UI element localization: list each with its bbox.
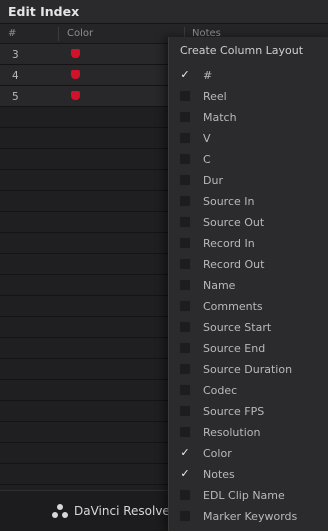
checkbox[interactable] [179,216,191,228]
checkbox[interactable] [179,111,191,123]
row-number: 4 [12,70,19,82]
checkmark-icon[interactable]: ✓ [179,468,191,480]
menu-item-column-option[interactable]: Codec [169,380,328,401]
menu-item-label: Source Start [203,321,272,334]
checkbox[interactable] [179,342,191,354]
menu-item-label: Source End [203,342,266,355]
menu-item-label: # [203,69,213,82]
checkbox[interactable] [179,90,191,102]
column-header-number[interactable]: # [8,28,16,39]
menu-item-label: Reel [203,90,227,103]
menu-item-label: Color [203,447,232,460]
checkbox[interactable] [179,426,191,438]
menu-item-column-option[interactable]: Source End [169,338,328,359]
column-header-color[interactable]: Color [67,28,93,39]
menu-item-label: V [203,132,211,145]
checkmark-icon[interactable]: ✓ [179,69,191,81]
menu-item-column-option[interactable]: Match [169,107,328,128]
menu-item-label: Dur [203,174,223,187]
checkbox[interactable] [179,258,191,270]
menu-item-column-option[interactable]: Marker Keywords [169,506,328,527]
checkbox[interactable] [179,300,191,312]
menu-item-label: Source Duration [203,363,293,376]
checkbox[interactable] [179,405,191,417]
edit-index-header: Edit Index [0,0,328,24]
menu-item-label: Source In [203,195,255,208]
menu-item-label: Comments [203,300,263,313]
checkbox[interactable] [179,195,191,207]
menu-item-column-option[interactable]: Record In [169,233,328,254]
menu-item-column-option[interactable]: Source Duration [169,359,328,380]
column-divider[interactable] [58,27,59,41]
davinci-resolve-logo-icon [52,504,68,518]
menu-item-column-option[interactable]: ✓ Notes [169,464,328,485]
menu-item-label: Record In [203,237,255,250]
menu-item-column-option[interactable]: Source Start [169,317,328,338]
checkbox[interactable] [179,153,191,165]
checkbox[interactable] [179,321,191,333]
menu-item-column-option[interactable]: Resolution [169,422,328,443]
checkbox[interactable] [179,363,191,375]
menu-item-column-option[interactable]: Name [169,275,328,296]
panel-title: Edit Index [8,4,80,19]
checkbox[interactable] [179,489,191,501]
menu-item-label: Record Out [203,258,265,271]
menu-item-label: Resolution [203,426,261,439]
menu-item-label: EDL Clip Name [203,489,285,502]
checkbox[interactable] [179,237,191,249]
checkbox[interactable] [179,132,191,144]
app-brand: DaVinci Resolve [52,504,170,518]
menu-item-column-option[interactable]: Record Out [169,254,328,275]
menu-item-label: Match [203,111,237,124]
menu-title: Create Column Layout [180,44,304,57]
menu-item-column-option[interactable]: EDL Clip Name [169,485,328,506]
menu-item-column-option[interactable]: Source In [169,191,328,212]
menu-item-column-option[interactable]: Reel [169,86,328,107]
menu-item-column-option[interactable]: Comments [169,296,328,317]
menu-item-column-option[interactable]: V [169,128,328,149]
menu-item-column-option[interactable]: ✓ # [169,65,328,86]
color-flag-icon [71,70,80,79]
menu-item-label: Codec [203,384,238,397]
checkbox[interactable] [179,510,191,522]
menu-item-column-option[interactable]: Dur [169,170,328,191]
menu-item-label: C [203,153,211,166]
menu-item-column-option[interactable]: Source Out [169,212,328,233]
color-flag-icon [71,49,80,58]
menu-item-column-option[interactable]: C [169,149,328,170]
row-number: 5 [12,91,19,103]
color-flag-icon [71,91,80,100]
checkbox[interactable] [179,384,191,396]
checkmark-icon[interactable]: ✓ [179,447,191,459]
menu-item-column-option[interactable]: Source FPS [169,401,328,422]
menu-item-column-option[interactable]: ✓ Color [169,443,328,464]
app-name: DaVinci Resolve [74,504,170,518]
row-number: 3 [12,49,19,61]
column-layout-menu: Create Column Layout ✓ # Reel Match V C Dur Sou… [168,37,328,531]
checkbox[interactable] [179,279,191,291]
menu-item-label: Notes [203,468,235,481]
menu-item-label: Source Out [203,216,265,229]
menu-item-label: Marker Keywords [203,510,298,523]
menu-item-label: Source FPS [203,405,265,418]
menu-item-label: Name [203,279,236,292]
checkbox[interactable] [179,174,191,186]
